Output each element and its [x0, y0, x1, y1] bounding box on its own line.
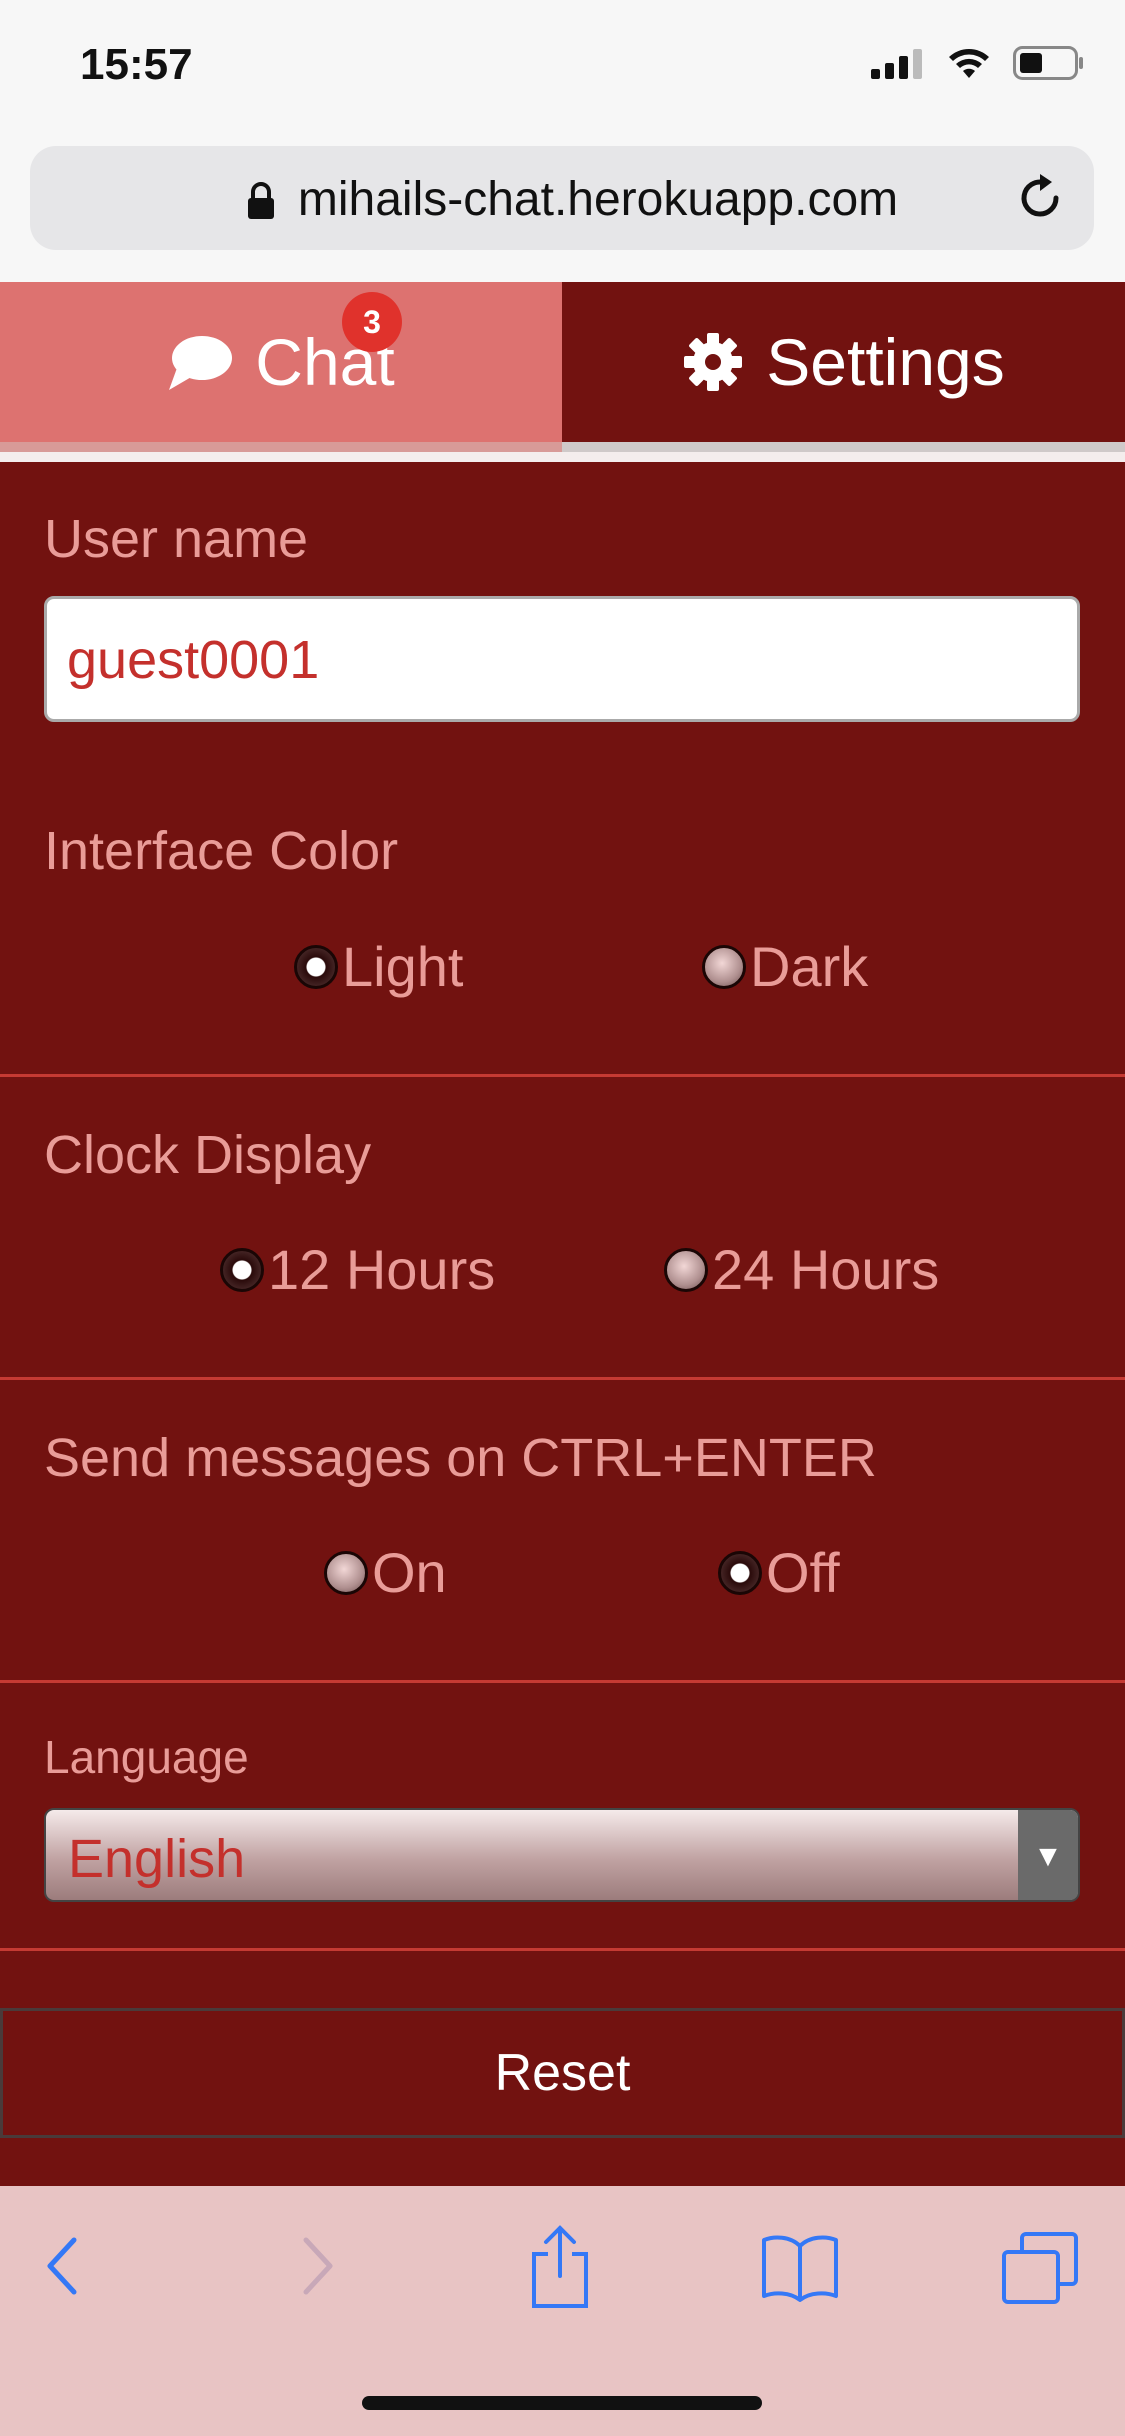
gear-icon — [684, 333, 743, 391]
back-icon[interactable] — [44, 2234, 84, 2298]
signal-icon — [871, 49, 922, 79]
url-bar[interactable]: mihails-chat.herokuapp.com — [30, 146, 1094, 250]
unread-badge: 3 — [342, 292, 402, 352]
forward-icon[interactable] — [296, 2234, 336, 2298]
radio-24-hours-label: 24 Hours — [712, 1238, 940, 1301]
divider — [0, 1680, 1125, 1683]
status-time: 15:57 — [80, 40, 193, 89]
status-bar: 15:57 mihails-chat.herokuapp.com — [0, 0, 1125, 282]
share-icon[interactable] — [528, 2224, 592, 2310]
bookmarks-icon[interactable] — [760, 2232, 840, 2302]
lock-icon — [247, 182, 274, 219]
radio-dark-dot[interactable] — [702, 944, 746, 989]
radio-12-hours[interactable]: 12 Hours — [220, 1237, 495, 1302]
dropdown-arrow-icon[interactable]: ▼ — [1018, 1810, 1078, 1900]
radio-light-label: Light — [342, 935, 464, 998]
wifi-icon — [949, 49, 989, 78]
username-label: User name — [44, 509, 309, 569]
radio-on-label: On — [372, 1541, 447, 1604]
clock-display-options: 12 Hours 24 Hours — [0, 1237, 1125, 1307]
tabs-overview-icon[interactable] — [1000, 2230, 1080, 2306]
radio-dark[interactable]: Dark — [702, 934, 868, 999]
username-input[interactable]: guest0001 — [44, 596, 1080, 722]
tab-bar: Chat 3 Settings — [0, 282, 1125, 452]
divider — [0, 1377, 1125, 1380]
divider — [0, 1074, 1125, 1077]
tab-divider — [0, 452, 1125, 462]
reset-button[interactable]: Reset — [0, 2008, 1125, 2138]
home-indicator — [362, 2396, 762, 2410]
status-icons — [871, 46, 1085, 80]
radio-on-dot[interactable] — [324, 1550, 368, 1595]
tab-chat[interactable]: Chat 3 — [0, 282, 562, 452]
radio-dark-label: Dark — [750, 935, 869, 998]
radio-light[interactable]: Light — [294, 934, 463, 999]
radio-12-hours-label: 12 Hours — [268, 1238, 496, 1301]
radio-12-hours-dot[interactable] — [220, 1247, 264, 1292]
divider — [0, 1948, 1125, 1951]
language-select[interactable]: English ▼ — [44, 1808, 1080, 1902]
ctrl-enter-label: Send messages on CTRL+ENTER — [44, 1428, 877, 1488]
radio-off-label: Off — [766, 1541, 840, 1604]
radio-24-hours-dot[interactable] — [664, 1247, 708, 1292]
battery-icon — [1013, 46, 1083, 80]
radio-off-dot[interactable] — [718, 1550, 762, 1595]
url-display[interactable]: mihails-chat.herokuapp.com — [30, 172, 1094, 227]
tab-settings[interactable]: Settings — [562, 282, 1125, 452]
radio-on[interactable]: On — [324, 1540, 447, 1605]
reload-icon[interactable] — [1012, 170, 1068, 226]
radio-24-hours[interactable]: 24 Hours — [664, 1237, 939, 1302]
radio-off[interactable]: Off — [718, 1540, 840, 1605]
clock-display-label: Clock Display — [44, 1125, 372, 1185]
interface-color-label: Interface Color — [44, 821, 399, 881]
chat-bubble-icon — [169, 336, 233, 390]
url-text: mihails-chat.herokuapp.com — [297, 173, 899, 226]
language-label: Language — [44, 1731, 249, 1783]
tab-settings-label: Settings — [766, 325, 1005, 399]
radio-light-dot[interactable] — [294, 944, 338, 989]
interface-color-options: Light Dark — [0, 934, 1125, 1004]
ctrl-enter-options: On Off — [0, 1540, 1125, 1610]
language-value: English — [68, 1829, 246, 1889]
